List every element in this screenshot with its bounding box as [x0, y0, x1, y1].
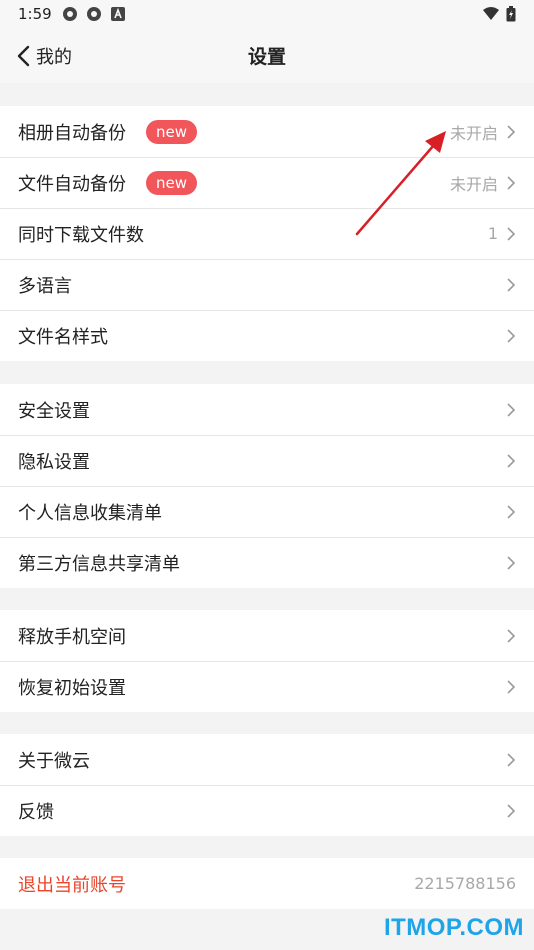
logout-group: 退出当前账号 2215788156 [0, 858, 534, 909]
chevron-right-icon [507, 803, 516, 818]
setting-free-space[interactable]: 释放手机空间 [0, 610, 534, 661]
setting-label: 第三方信息共享清单 [18, 553, 180, 575]
setting-label: 反馈 [18, 801, 54, 823]
app-notification-icon [62, 7, 77, 21]
chevron-right-icon [507, 679, 516, 694]
app-notification-icon [86, 7, 101, 21]
chevron-right-icon [507, 175, 516, 190]
settings-group-privacy: 安全设置 隐私设置 个人信息收集清单 第三方信息共享清单 [0, 384, 534, 588]
chevron-right-icon [507, 124, 516, 139]
chevron-right-icon [507, 628, 516, 643]
setting-filename-style[interactable]: 文件名样式 [0, 310, 534, 361]
setting-personal-info-list[interactable]: 个人信息收集清单 [0, 486, 534, 537]
new-badge: new [146, 119, 198, 144]
logout-button[interactable]: 退出当前账号 2215788156 [0, 858, 534, 909]
status-time: 1:59 [18, 5, 52, 23]
setting-file-backup[interactable]: 文件自动备份 new 未开启 [0, 157, 534, 208]
setting-label: 恢复初始设置 [18, 677, 126, 699]
setting-label: 文件自动备份 [18, 173, 126, 195]
setting-album-backup[interactable]: 相册自动备份 new 未开启 [0, 106, 534, 157]
setting-label: 多语言 [18, 275, 72, 297]
setting-security[interactable]: 安全设置 [0, 384, 534, 435]
font-notification-icon [110, 7, 125, 21]
chevron-right-icon [507, 328, 516, 343]
setting-language[interactable]: 多语言 [0, 259, 534, 310]
setting-label: 文件名样式 [18, 326, 108, 348]
settings-group-about: 关于微云 反馈 [0, 734, 534, 836]
chevron-right-icon [507, 555, 516, 570]
chevron-right-icon [507, 504, 516, 519]
settings-group-backup: 相册自动备份 new 未开启 文件自动备份 new 未开启 同时下载文件数 1 … [0, 106, 534, 361]
chevron-right-icon [507, 752, 516, 767]
setting-value: 未开启 [449, 174, 498, 194]
battery-icon [506, 6, 516, 22]
setting-label: 隐私设置 [18, 451, 90, 473]
wifi-icon [483, 7, 499, 20]
setting-value: 1 [487, 224, 498, 243]
setting-label: 同时下载文件数 [18, 224, 144, 246]
setting-about[interactable]: 关于微云 [0, 734, 534, 785]
chevron-left-icon [17, 45, 30, 66]
page-title: 设置 [247, 46, 286, 68]
setting-label: 相册自动备份 [18, 122, 126, 144]
setting-feedback[interactable]: 反馈 [0, 785, 534, 836]
setting-label: 关于微云 [18, 750, 90, 772]
setting-reset[interactable]: 恢复初始设置 [0, 661, 534, 712]
setting-third-party-sharing[interactable]: 第三方信息共享清单 [0, 537, 534, 588]
back-button-label: 我的 [36, 46, 72, 68]
setting-label: 释放手机空间 [18, 626, 126, 648]
setting-label: 个人信息收集清单 [18, 502, 162, 524]
new-badge: new [146, 170, 198, 195]
chevron-right-icon [507, 453, 516, 468]
nav-bar: 设置 我的 [0, 28, 534, 83]
setting-privacy[interactable]: 隐私设置 [0, 435, 534, 486]
back-button[interactable]: 我的 [16, 28, 72, 83]
setting-concurrent-downloads[interactable]: 同时下载文件数 1 [0, 208, 534, 259]
watermark-text: ITMOP.COM [383, 914, 524, 941]
setting-label: 安全设置 [18, 400, 90, 422]
logout-label: 退出当前账号 [18, 874, 126, 896]
settings-group-storage: 释放手机空间 恢复初始设置 [0, 610, 534, 712]
setting-value: 未开启 [449, 123, 498, 143]
status-bar: 1:59 [0, 0, 534, 28]
chevron-right-icon [507, 277, 516, 292]
chevron-right-icon [507, 226, 516, 241]
chevron-right-icon [507, 402, 516, 417]
account-id: 2215788156 [414, 874, 516, 893]
